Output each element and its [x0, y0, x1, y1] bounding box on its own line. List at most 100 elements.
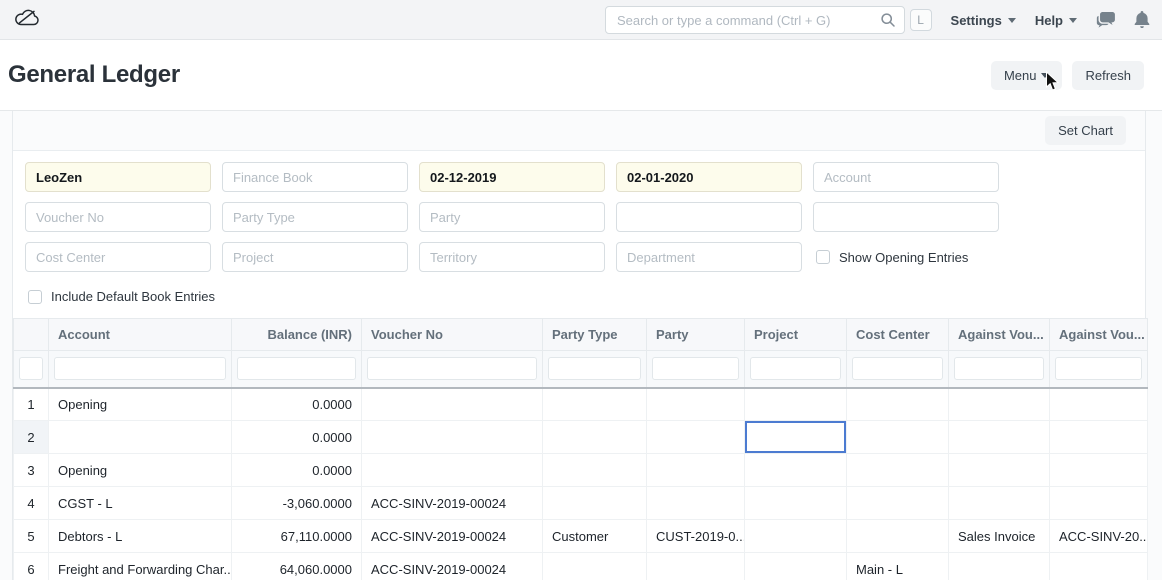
party-type-cell[interactable] [543, 421, 647, 454]
party-cell[interactable]: CUST-2019-0... [647, 520, 745, 553]
from-date-filter[interactable] [419, 162, 605, 192]
balance-column-header[interactable]: Balance (INR) [232, 319, 362, 351]
balance-cell[interactable]: 0.0000 [232, 454, 362, 487]
column-filter-input[interactable] [852, 357, 943, 380]
against-voucher-type-cell[interactable]: Sales Invoice [949, 520, 1050, 553]
search-icon[interactable] [880, 12, 896, 33]
party-cell[interactable] [647, 487, 745, 520]
project-cell[interactable] [745, 388, 847, 421]
search-input[interactable] [605, 6, 905, 34]
cost-center-cell[interactable] [847, 421, 949, 454]
index-column-header[interactable] [14, 319, 49, 351]
against-voucher-type-cell[interactable] [949, 388, 1050, 421]
party-type-cell[interactable]: Customer [543, 520, 647, 553]
project-cell[interactable] [745, 553, 847, 580]
against-voucher-type-column-header[interactable]: Against Vou... [949, 319, 1050, 351]
project-cell[interactable] [745, 454, 847, 487]
voucher-no-cell[interactable]: ACC-SINV-2019-00024 [362, 553, 543, 580]
project-filter[interactable] [222, 242, 408, 272]
column-filter-input[interactable] [54, 357, 226, 380]
cost-center-filter[interactable] [25, 242, 211, 272]
cost-center-column-header[interactable]: Cost Center [847, 319, 949, 351]
help-menu[interactable]: Help [1035, 13, 1077, 28]
voucher-no-cell[interactable] [362, 388, 543, 421]
against-voucher-cell[interactable] [1050, 553, 1148, 580]
territory-filter[interactable] [419, 242, 605, 272]
to-date-filter[interactable] [616, 162, 802, 192]
against-voucher-cell[interactable]: ACC-SINV-20... [1050, 520, 1148, 553]
voucher-no-column-header[interactable]: Voucher No [362, 319, 543, 351]
user-avatar[interactable]: L [910, 9, 932, 31]
against-voucher-cell[interactable] [1050, 421, 1148, 454]
account-cell[interactable]: Opening [49, 454, 232, 487]
show-opening-entries-checkbox[interactable] [816, 250, 830, 264]
party-type-cell[interactable] [543, 553, 647, 580]
project-cell[interactable] [745, 487, 847, 520]
account-filter[interactable] [813, 162, 999, 192]
chat-icon[interactable] [1096, 12, 1115, 28]
menu-button[interactable]: Menu [991, 61, 1063, 90]
refresh-button[interactable]: Refresh [1072, 61, 1144, 90]
party-type-cell[interactable] [543, 388, 647, 421]
row-number-cell[interactable]: 2 [14, 421, 49, 454]
column-filter-input[interactable] [1055, 357, 1142, 380]
finance-book-filter[interactable] [222, 162, 408, 192]
party-type-cell[interactable] [543, 487, 647, 520]
cost-center-cell[interactable] [847, 388, 949, 421]
balance-cell[interactable]: 64,060.0000 [232, 553, 362, 580]
against-voucher-cell[interactable] [1050, 454, 1148, 487]
cost-center-cell[interactable]: Main - L [847, 553, 949, 580]
voucher-no-filter[interactable] [25, 202, 211, 232]
account-column-header[interactable]: Account [49, 319, 232, 351]
extra-filter-1[interactable] [616, 202, 802, 232]
set-chart-button[interactable]: Set Chart [1045, 116, 1126, 145]
row-number-cell[interactable]: 3 [14, 454, 49, 487]
party-column-header[interactable]: Party [647, 319, 745, 351]
party-type-column-header[interactable]: Party Type [543, 319, 647, 351]
settings-menu[interactable]: Settings [951, 13, 1016, 28]
row-number-cell[interactable]: 6 [14, 553, 49, 580]
cost-center-cell[interactable] [847, 487, 949, 520]
balance-cell[interactable]: 67,110.0000 [232, 520, 362, 553]
account-cell[interactable]: Debtors - L [49, 520, 232, 553]
against-voucher-type-cell[interactable] [949, 421, 1050, 454]
column-filter-input[interactable] [367, 357, 537, 380]
account-cell[interactable]: CGST - L [49, 487, 232, 520]
party-cell[interactable] [647, 421, 745, 454]
include-default-book-entries-checkbox[interactable] [28, 290, 42, 304]
against-voucher-type-cell[interactable] [949, 487, 1050, 520]
column-filter-input[interactable] [19, 357, 43, 380]
party-cell[interactable] [647, 553, 745, 580]
party-type-filter[interactable] [222, 202, 408, 232]
voucher-no-cell[interactable] [362, 454, 543, 487]
row-number-cell[interactable]: 1 [14, 388, 49, 421]
balance-cell[interactable]: 0.0000 [232, 388, 362, 421]
party-cell[interactable] [647, 454, 745, 487]
project-cell[interactable] [745, 520, 847, 553]
notifications-bell-icon[interactable] [1134, 11, 1150, 29]
column-filter-input[interactable] [237, 357, 356, 380]
balance-cell[interactable]: 0.0000 [232, 421, 362, 454]
account-cell[interactable] [49, 421, 232, 454]
party-cell[interactable] [647, 388, 745, 421]
focused-cell[interactable] [745, 421, 847, 454]
voucher-no-cell[interactable] [362, 421, 543, 454]
column-filter-input[interactable] [954, 357, 1044, 380]
account-cell[interactable]: Opening [49, 388, 232, 421]
column-filter-input[interactable] [548, 357, 641, 380]
against-voucher-type-cell[interactable] [949, 553, 1050, 580]
row-number-cell[interactable]: 4 [14, 487, 49, 520]
column-filter-input[interactable] [652, 357, 739, 380]
against-voucher-cell[interactable] [1050, 487, 1148, 520]
against-voucher-cell[interactable] [1050, 388, 1148, 421]
voucher-no-cell[interactable]: ACC-SINV-2019-00024 [362, 487, 543, 520]
company-filter[interactable] [25, 162, 211, 192]
against-voucher-type-cell[interactable] [949, 454, 1050, 487]
cost-center-cell[interactable] [847, 454, 949, 487]
account-cell[interactable]: Freight and Forwarding Char... [49, 553, 232, 580]
voucher-no-cell[interactable]: ACC-SINV-2019-00024 [362, 520, 543, 553]
extra-filter-2[interactable] [813, 202, 999, 232]
app-logo[interactable] [14, 7, 41, 33]
project-column-header[interactable]: Project [745, 319, 847, 351]
party-filter[interactable] [419, 202, 605, 232]
